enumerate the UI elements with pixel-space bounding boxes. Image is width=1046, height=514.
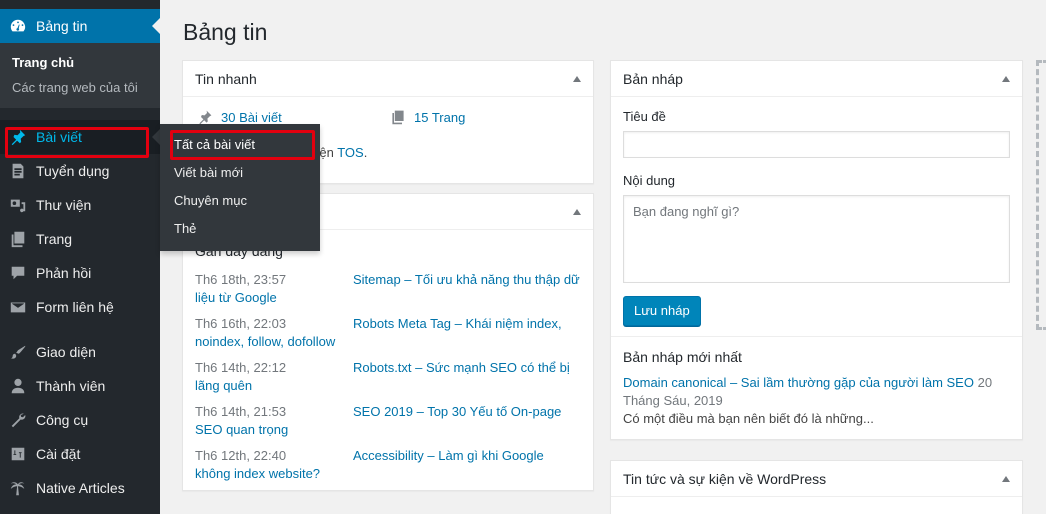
sidebar-item-contact-form[interactable]: Form liên hệ: [0, 290, 160, 324]
glance-posts[interactable]: 30 Bài viết: [195, 109, 388, 125]
sidebar-item-label: Công cụ: [36, 412, 89, 428]
recent-draft-link[interactable]: Domain canonical – Sai lầm thường gặp củ…: [623, 375, 974, 390]
draft-title-label: Tiêu đề: [623, 109, 666, 124]
user-icon: [8, 376, 28, 396]
collapse-arrow-icon[interactable]: [1002, 475, 1010, 482]
document-icon: [8, 161, 28, 181]
sidebar-item-label: Bảng tin: [36, 18, 88, 34]
draft-title-input[interactable]: [623, 131, 1010, 158]
palm-icon: [8, 478, 28, 498]
draft-content-textarea[interactable]: [623, 195, 1010, 283]
menu-separator: [0, 324, 160, 335]
collapse-arrow-icon[interactable]: [1002, 75, 1010, 82]
sidebar-item-label: Giao diện: [36, 344, 96, 360]
widget-title: Tin nhanh: [195, 70, 257, 87]
pages-icon: [8, 229, 28, 249]
theme-note-suffix: .: [363, 145, 368, 160]
sidebar-item-label: Form liên hệ: [36, 299, 114, 315]
flyout-categories[interactable]: Chuyên mục: [160, 187, 320, 215]
sidebar-item-label: Tuyển dụng: [36, 163, 110, 179]
admin-sidebar: Bảng tin Trang chủ Các trang web của tôi…: [0, 0, 160, 514]
activity-list: Th6 18th, 23:57 Sitemap – Tối ưu khả năng…: [183, 259, 593, 483]
activity-item: Th6 16th, 22:03 Robots Meta Tag – Khái ni…: [195, 315, 581, 351]
sidebar-item-tools[interactable]: Công cụ: [0, 403, 160, 437]
sidebar-item-label: Cài đặt: [36, 446, 81, 462]
wrench-icon: [8, 410, 28, 430]
sidebar-item-label: Bài viết: [36, 129, 82, 145]
save-draft-button[interactable]: Lưu nháp: [623, 296, 701, 326]
activity-date: Th6 14th, 22:12: [195, 360, 287, 375]
posts-count-link[interactable]: 30 Bài viết: [221, 110, 282, 125]
sidebar-item-pages[interactable]: Trang: [0, 222, 160, 256]
sidebar-item-native-articles[interactable]: Native Articles: [0, 471, 160, 505]
settings-icon: [8, 444, 28, 464]
activity-item: Th6 12th, 22:40 Accessibility – Làm gì kh…: [195, 447, 581, 483]
wordpress-news-widget: Tin tức và sự kiện về WordPress: [610, 460, 1023, 514]
pin-icon: [199, 110, 212, 125]
flyout-add-new[interactable]: Viết bài mới: [160, 159, 320, 187]
sidebar-item-label: Native Articles: [36, 480, 125, 496]
sidebar-item-appearance[interactable]: Giao diện: [0, 335, 160, 369]
widget-header[interactable]: Bản nháp: [611, 61, 1022, 97]
activity-item: Th6 14th, 21:53 SEO 2019 – Top 30 Yếu tố …: [195, 403, 581, 439]
activity-item: Th6 18th, 23:57 Sitemap – Tối ưu khả năng…: [195, 271, 581, 307]
activity-item: Th6 14th, 22:12 Robots.txt – Sức mạnh SEO…: [195, 359, 581, 395]
pin-icon: [8, 127, 28, 147]
dashboard-icon: [8, 16, 28, 36]
flyout-all-posts[interactable]: Tất cả bài viết: [160, 131, 320, 159]
glance-pages[interactable]: 15 Trang: [388, 109, 581, 125]
draft-content-label: Nội dung: [623, 173, 676, 188]
collapse-arrow-icon[interactable]: [573, 75, 581, 82]
brush-icon: [8, 342, 28, 362]
media-icon: [8, 195, 28, 215]
widget-header[interactable]: Tin nhanh: [183, 61, 593, 97]
sidebar-item-users[interactable]: Thành viên: [0, 369, 160, 403]
sidebar-item-label: Thư viện: [36, 197, 92, 213]
sidebar-item-media[interactable]: Thư viện: [0, 188, 160, 222]
pages-icon: [392, 110, 404, 125]
collapse-arrow-icon[interactable]: [573, 208, 581, 215]
page-title: Bảng tin: [183, 19, 268, 45]
recent-draft-item: Domain canonical – Sai lầm thường gặp củ…: [623, 365, 1010, 428]
sidebar-item-dashboard[interactable]: Bảng tin: [0, 9, 160, 43]
widget-title: Tin tức và sự kiện về WordPress: [623, 470, 827, 487]
submenu-home[interactable]: Trang chủ: [0, 50, 160, 75]
sidebar-item-label: Phản hồi: [36, 265, 92, 281]
dashboard-submenu: Trang chủ Các trang web của tôi: [0, 43, 160, 108]
sidebar-item-settings[interactable]: Cài đặt: [0, 437, 160, 471]
sidebar-item-label: Thành viên: [36, 378, 106, 394]
activity-date: Th6 12th, 22:40: [195, 448, 287, 463]
recent-draft-excerpt: Có một điều mà bạn nên biết đó là những.…: [623, 411, 874, 426]
comment-icon: [8, 263, 28, 283]
empty-widget-dropzone: [1036, 60, 1046, 330]
submenu-my-sites[interactable]: Các trang web của tôi: [0, 75, 160, 100]
widget-header[interactable]: Tin tức và sự kiện về WordPress: [611, 461, 1022, 497]
sidebar-item-comments[interactable]: Phản hồi: [0, 256, 160, 290]
posts-flyout-menu: Tất cả bài viết Viết bài mới Chuyên mục …: [160, 124, 320, 251]
theme-link[interactable]: TOS: [337, 145, 364, 160]
quick-draft-widget: Bản nháp Tiêu đề Nội dung Lưu nháp Bản n…: [610, 60, 1023, 440]
activity-date: Th6 18th, 23:57: [195, 272, 287, 287]
sidebar-item-posts[interactable]: Bài viết: [0, 120, 160, 154]
sidebar-item-label: Trang: [36, 231, 73, 247]
sidebar-item-recruitment[interactable]: Tuyển dụng: [0, 154, 160, 188]
pages-count-link[interactable]: 15 Trang: [414, 110, 465, 125]
activity-date: Th6 14th, 21:53: [195, 404, 287, 419]
flyout-tags[interactable]: Thẻ: [160, 215, 320, 243]
recent-drafts-heading: Bản nháp mới nhất: [623, 349, 742, 365]
widget-title: Bản nháp: [623, 70, 683, 87]
activity-date: Th6 16th, 22:03: [195, 316, 287, 331]
mail-icon: [8, 297, 28, 317]
